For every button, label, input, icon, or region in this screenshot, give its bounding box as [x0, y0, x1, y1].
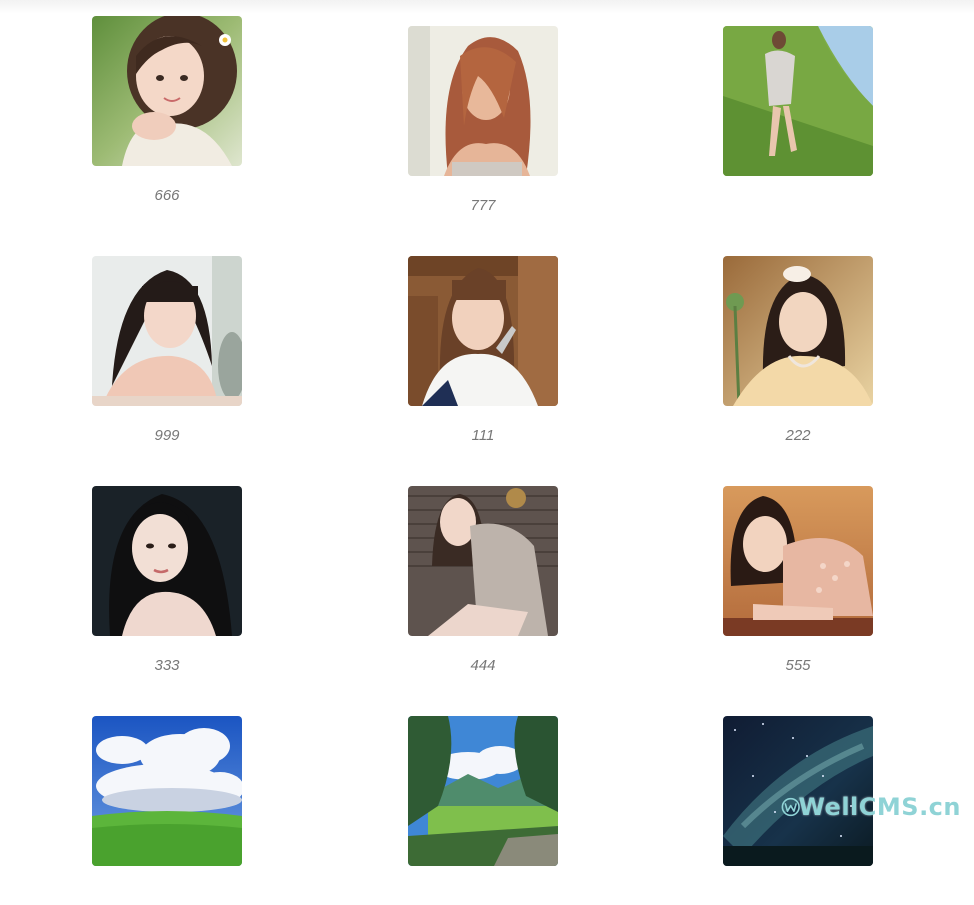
portrait-image: [92, 486, 242, 636]
gallery-thumbnail[interactable]: [408, 486, 558, 636]
landscape-image: [408, 716, 558, 866]
gallery-item[interactable]: [723, 26, 873, 215]
gallery-item[interactable]: 999: [92, 256, 242, 445]
image-caption[interactable]: 111: [408, 427, 558, 445]
portrait-image: [723, 256, 873, 406]
site-watermark: WellCMS.cn: [781, 784, 961, 830]
portrait-image: [723, 486, 873, 636]
gallery-item[interactable]: 666: [92, 16, 242, 205]
landscape-portrait-image: [723, 26, 873, 176]
gallery-item[interactable]: 111: [408, 256, 558, 445]
landscape-image: [92, 716, 242, 866]
portrait-image: [408, 256, 558, 406]
gallery-item[interactable]: [92, 716, 242, 905]
image-gallery: 666 777 999 111 222 333 444 555: [0, 0, 974, 866]
gallery-thumbnail[interactable]: [92, 486, 242, 636]
gallery-thumbnail[interactable]: [408, 716, 558, 866]
gallery-thumbnail[interactable]: [723, 256, 873, 406]
gallery-thumbnail[interactable]: [408, 256, 558, 406]
portrait-image: [92, 16, 242, 166]
gallery-thumbnail[interactable]: [92, 256, 242, 406]
image-caption[interactable]: [92, 887, 242, 905]
image-caption[interactable]: [723, 887, 873, 905]
image-caption[interactable]: [723, 197, 873, 215]
gallery-thumbnail[interactable]: [92, 716, 242, 866]
image-caption[interactable]: 333: [92, 657, 242, 675]
image-caption[interactable]: 666: [92, 187, 242, 205]
watermark-text: WellCMS.cn: [798, 793, 961, 821]
image-caption[interactable]: [408, 887, 558, 905]
gallery-thumbnail[interactable]: [408, 26, 558, 176]
gallery-item[interactable]: 333: [92, 486, 242, 675]
image-caption[interactable]: 777: [408, 197, 558, 215]
gallery-thumbnail[interactable]: [723, 26, 873, 176]
gallery-item[interactable]: [408, 716, 558, 905]
portrait-image: [408, 26, 558, 176]
portrait-image: [92, 256, 242, 406]
image-caption[interactable]: 222: [723, 427, 873, 445]
gallery-item[interactable]: 777: [408, 26, 558, 215]
image-caption[interactable]: 444: [408, 657, 558, 675]
gallery-item[interactable]: 444: [408, 486, 558, 675]
gallery-item[interactable]: 555: [723, 486, 873, 675]
portrait-image: [408, 486, 558, 636]
image-caption[interactable]: 999: [92, 427, 242, 445]
image-caption[interactable]: 555: [723, 657, 873, 675]
gallery-thumbnail[interactable]: [92, 16, 242, 166]
gallery-item[interactable]: 222: [723, 256, 873, 445]
gallery-thumbnail[interactable]: [723, 486, 873, 636]
